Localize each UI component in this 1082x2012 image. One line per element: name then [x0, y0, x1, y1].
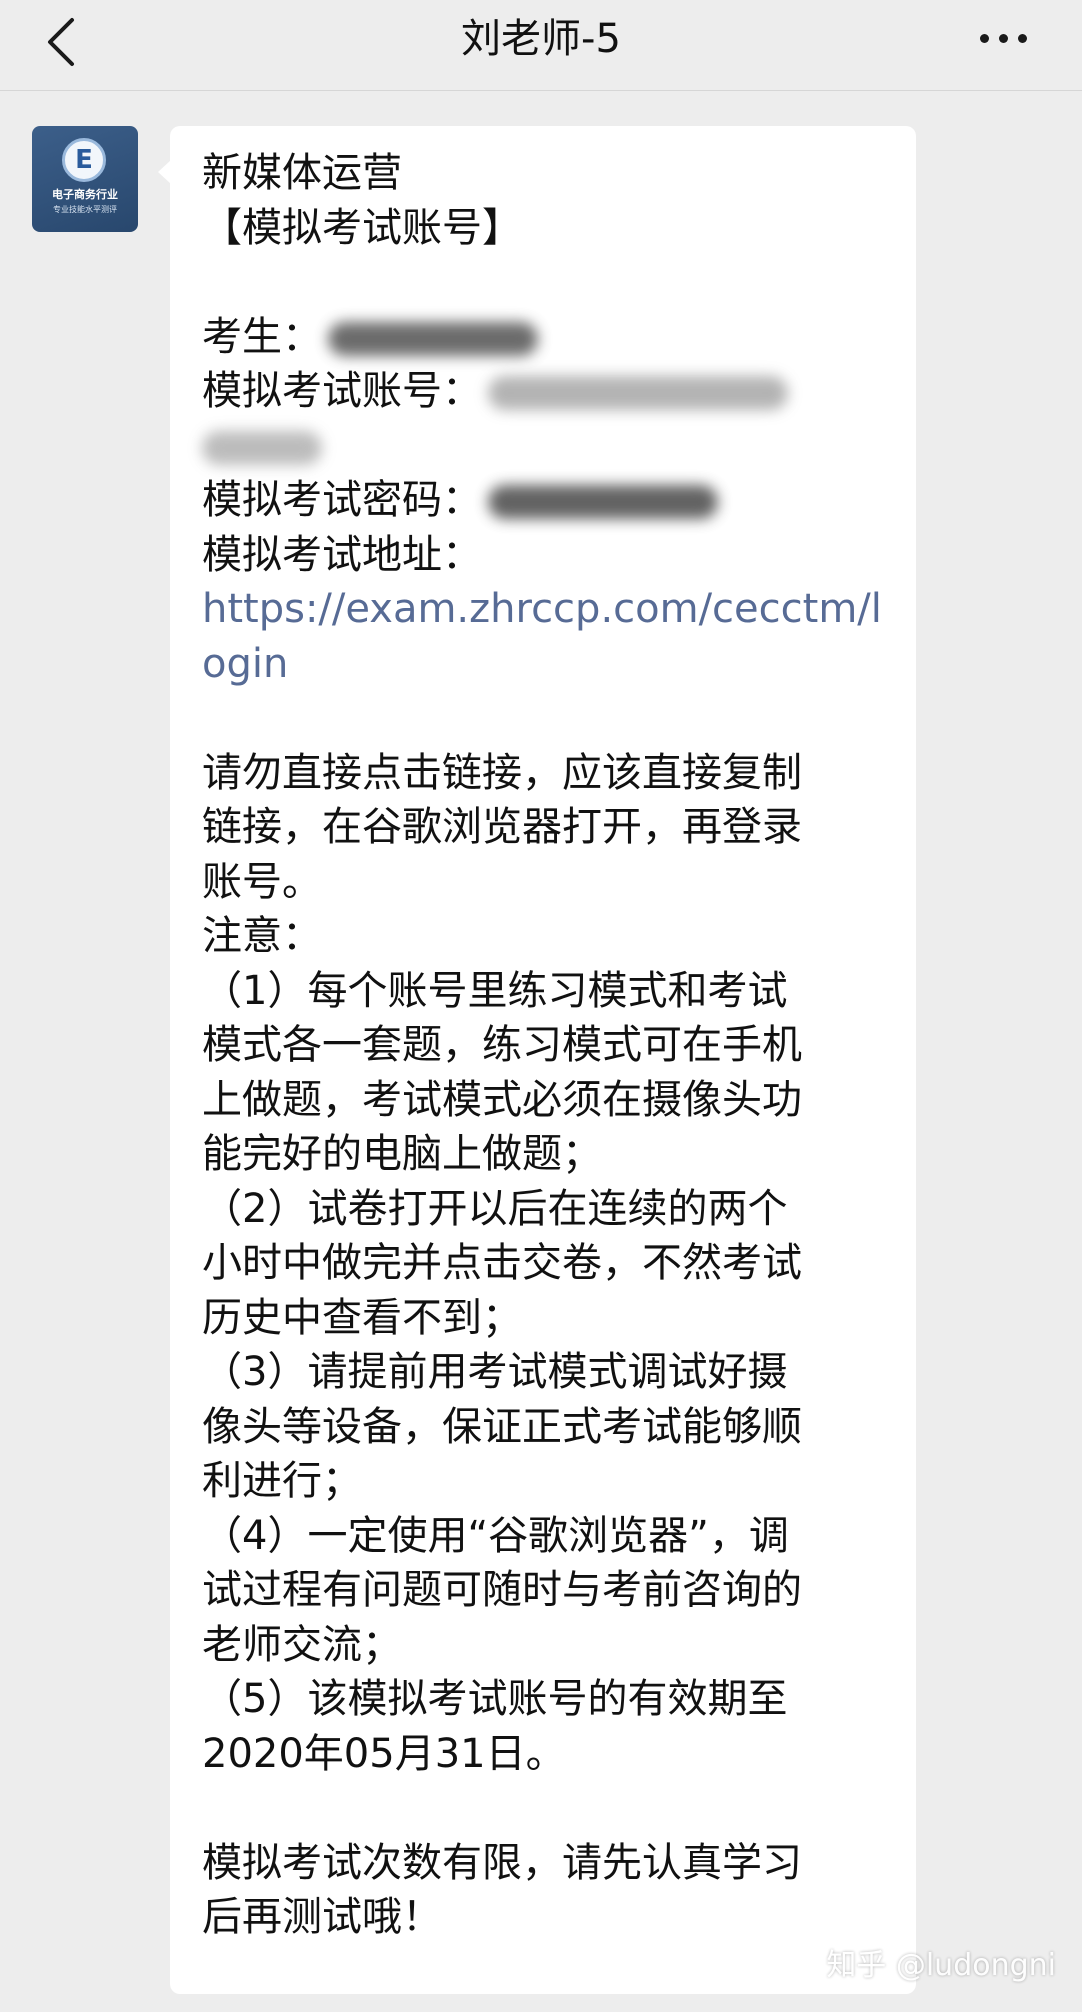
message-line-password: 模拟考试密码： [202, 473, 892, 528]
message-line-account: 模拟考试账号： [202, 364, 892, 419]
redacted-account-continuation [202, 419, 892, 474]
message-line: 上做题，考试模式必须在摄像头功 [202, 1076, 802, 1123]
message-line: （4）一定使用“谷歌浏览器”，调 [202, 1512, 789, 1559]
message-line-examinee: 考生： [202, 310, 892, 365]
redacted-account [488, 376, 788, 410]
chat-title: 刘老师-5 [461, 16, 621, 62]
message-line: 历史中查看不到； [202, 1294, 522, 1341]
message-bubble[interactable]: 新媒体运营 【模拟考试账号】 考生： 模拟考试账号： 模拟考试密码： 模拟考试地… [158, 126, 916, 1994]
message-line: 能完好的电脑上做题； [202, 1131, 602, 1177]
message-line: 试过程有问题可随时与考前咨询的 [202, 1567, 802, 1613]
message-line: 【模拟考试账号】 [202, 204, 522, 251]
exam-link[interactable]: https://exam.zhrccp.com/cecctm/l [202, 582, 892, 637]
message-line: 链接，在谷歌浏览器打开，再登录 [202, 804, 802, 850]
message-line: 2020年05月31日。 [202, 1730, 566, 1777]
watermark: 知乎 @ludongni [826, 1948, 1056, 1983]
message-text: 新媒体运营 【模拟考试账号】 考生： 模拟考试账号： 模拟考试密码： 模拟考试地… [202, 146, 892, 1945]
message-line: 模拟考试次数有限，请先认真学习 [202, 1839, 802, 1886]
message-line: 后再测试哦！ [202, 1894, 442, 1940]
chat-header: 刘老师-5 [0, 0, 1082, 91]
avatar-line1: 电子商务行业 [52, 188, 118, 201]
message-line: 小时中做完并点击交卷，不然考试 [202, 1240, 802, 1286]
exam-link-continuation[interactable]: ogin [202, 637, 892, 692]
message-line: 模式各一套题，练习模式可在手机 [202, 1022, 802, 1068]
message-line: 注意： [202, 913, 322, 959]
message-line: （3）请提前用考试模式调试好摄 [202, 1349, 788, 1395]
message-line: （5）该模拟考试账号的有效期至 [202, 1676, 788, 1722]
avatar-line2: 专业技能水平测评 [53, 205, 117, 214]
avatar[interactable]: E 电子商务行业 专业技能水平测评 [32, 126, 138, 232]
redacted-password [488, 485, 718, 519]
message-line: 模拟考试地址： [202, 531, 482, 578]
message-line: 老师交流； [202, 1621, 402, 1668]
more-button[interactable] [974, 20, 1034, 56]
message-line: 像头等设备，保证正式考试能够顺 [202, 1403, 802, 1450]
message-line: 新媒体运营 [202, 150, 402, 196]
message-line: 请勿直接点击链接，应该直接复制 [202, 749, 802, 796]
avatar-logo-letter: E [62, 138, 106, 182]
redacted-name [328, 321, 538, 356]
message-line: 利进行； [202, 1458, 362, 1504]
more-dots-icon [980, 34, 989, 43]
message-line: 账号。 [202, 858, 322, 905]
message-line: （2）试卷打开以后在连续的两个 [202, 1185, 788, 1232]
message-line: （1）每个账号里练习模式和考试 [202, 967, 788, 1014]
